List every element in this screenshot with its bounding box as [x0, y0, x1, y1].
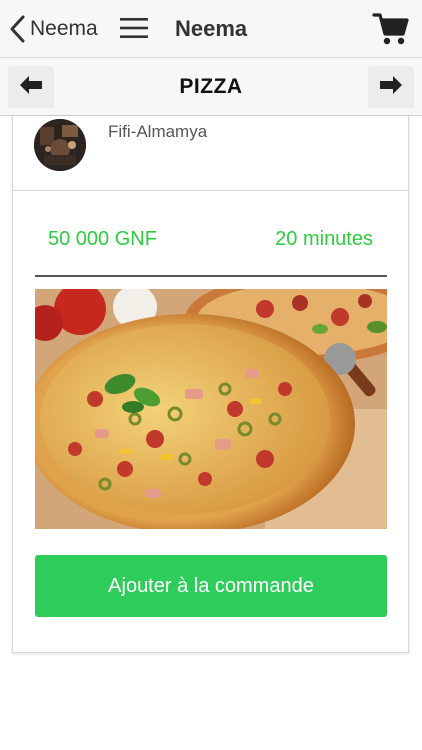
back-button[interactable]: Neema: [8, 12, 98, 46]
arrow-right-icon: [380, 75, 402, 99]
section-title: PIZZA: [179, 75, 243, 98]
add-to-order-button[interactable]: Ajouter à la commande: [35, 555, 387, 617]
price-label: 50 000 GNF: [48, 228, 157, 250]
app-title: Neema: [175, 16, 248, 41]
pizza-image: [35, 289, 387, 529]
hamburger-menu-icon[interactable]: [120, 17, 148, 39]
shopping-cart-icon[interactable]: [372, 10, 410, 48]
back-label: Neema: [30, 17, 98, 40]
next-button[interactable]: [368, 66, 414, 108]
page: Neema Neema PIZZA Fifi-Almamya 50 000 GN…: [0, 0, 422, 750]
preparation-time-label: 20 minutes: [275, 228, 373, 250]
author-name: Fifi-Almamya: [108, 122, 208, 141]
avatar: [34, 119, 86, 171]
author-row: Fifi-Almamya: [13, 116, 408, 191]
chevron-left-icon: [8, 14, 26, 44]
top-navigation-bar: Neema Neema: [0, 0, 422, 58]
divider: [35, 275, 387, 277]
product-card: Fifi-Almamya 50 000 GNF 20 minutes Ajout…: [12, 116, 409, 653]
category-header: PIZZA: [0, 58, 422, 116]
